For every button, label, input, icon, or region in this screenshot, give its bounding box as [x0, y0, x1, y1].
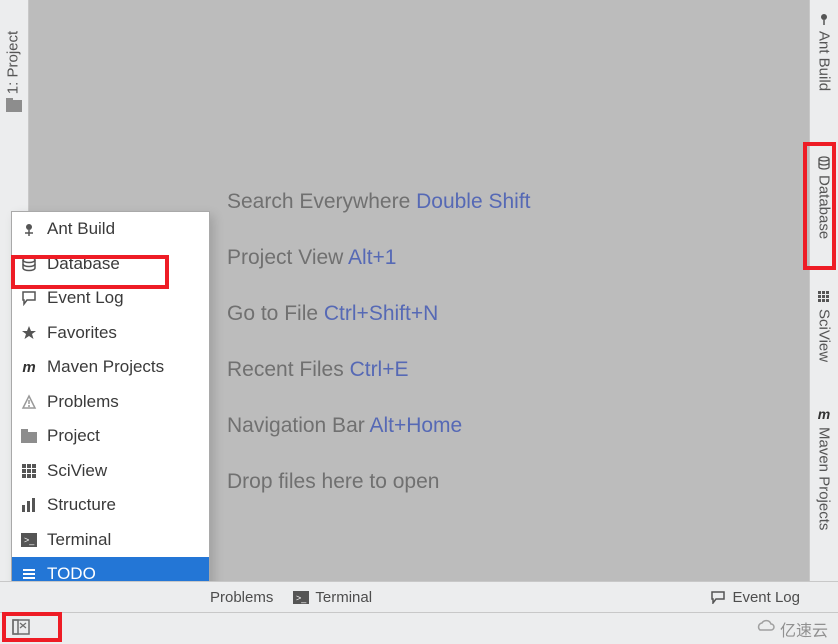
star-icon — [20, 324, 38, 342]
status-strip: 亿速云 — [0, 612, 838, 644]
speech-bubble-icon — [20, 289, 38, 307]
status-label: Event Log — [732, 589, 800, 606]
hint-search-everywhere: Search Everywhere Double Shift — [227, 174, 531, 230]
grid-icon — [817, 290, 831, 304]
warning-icon — [20, 393, 38, 411]
svg-text:>_: >_ — [24, 535, 35, 545]
problems-item[interactable]: Problems — [12, 385, 209, 420]
sidebar-label: Ant Build — [816, 31, 833, 91]
tool-windows-icon — [12, 619, 30, 639]
bottom-tool-bar: Problems >_ Terminal Event Log — [0, 581, 838, 612]
tool-window-popup: Ant Build Database Event Log Favorites m… — [11, 211, 210, 604]
popup-item-label: Maven Projects — [47, 357, 164, 377]
right-tool-gutter: Ant Build Database SciView m Maven Proje… — [809, 0, 838, 582]
hint-project-view: Project View Alt+1 — [227, 230, 531, 286]
structure-item[interactable]: Structure — [12, 488, 209, 523]
popup-item-label: Structure — [47, 495, 116, 515]
status-item-terminal[interactable]: >_ Terminal — [283, 582, 382, 612]
sidebar-label: SciView — [816, 309, 833, 362]
sidebar-label: Maven Projects — [816, 427, 833, 530]
sidebar-item-database[interactable]: Database — [810, 150, 838, 239]
popup-item-label: Ant Build — [47, 219, 115, 239]
popup-item-label: Project — [47, 426, 100, 446]
cloud-icon — [754, 618, 776, 639]
sidebar-item-ant-build[interactable]: Ant Build — [810, 6, 838, 91]
folder-icon — [20, 427, 38, 445]
sidebar-item-project[interactable]: 1: Project — [0, 6, 28, 116]
hint-recent-files: Recent Files Ctrl+E — [227, 342, 531, 398]
popup-item-label: Database — [47, 254, 120, 274]
status-item-problems[interactable]: Problems — [200, 582, 283, 612]
sidebar-item-maven[interactable]: m Maven Projects — [810, 400, 838, 530]
terminal-icon: >_ — [20, 531, 38, 549]
terminal-item[interactable]: >_ Terminal — [12, 523, 209, 558]
maven-icon: m — [20, 358, 38, 376]
watermark: 亿速云 — [754, 617, 828, 641]
database-item[interactable]: Database — [12, 247, 209, 282]
popup-item-label: Event Log — [47, 288, 124, 308]
project-item[interactable]: Project — [12, 419, 209, 454]
popup-item-label: Problems — [47, 392, 119, 412]
hint-drop-files: Drop files here to open — [227, 454, 531, 510]
editor-empty-state: Search Everywhere Double Shift Project V… — [29, 0, 809, 582]
popup-item-label: SciView — [47, 461, 107, 481]
sidebar-label: Database — [816, 175, 833, 239]
sidebar-project-label: 1: Project — [5, 24, 22, 102]
sciview-item[interactable]: SciView — [12, 454, 209, 489]
ant-icon — [20, 220, 38, 238]
maven-projects-item[interactable]: m Maven Projects — [12, 350, 209, 385]
status-label: Problems — [210, 589, 273, 606]
speech-bubble-icon — [710, 590, 726, 604]
status-item-event-log[interactable]: Event Log — [700, 582, 810, 612]
favorites-item[interactable]: Favorites — [12, 316, 209, 351]
popup-item-label: Favorites — [47, 323, 117, 343]
ant-icon — [817, 12, 831, 26]
event-log-item[interactable]: Event Log — [12, 281, 209, 316]
hint-go-to-file: Go to File Ctrl+Shift+N — [227, 286, 531, 342]
terminal-icon: >_ — [293, 591, 309, 604]
hint-navigation-bar: Navigation Bar Alt+Home — [227, 398, 531, 454]
grid-icon — [20, 462, 38, 480]
svg-text:>_: >_ — [296, 593, 307, 603]
database-icon — [20, 255, 38, 273]
database-icon — [817, 156, 831, 170]
ant-build-item[interactable]: Ant Build — [12, 212, 209, 247]
status-label: Terminal — [315, 589, 372, 606]
popup-item-label: Terminal — [47, 530, 111, 550]
empty-hints: Search Everywhere Double Shift Project V… — [227, 174, 531, 510]
watermark-text: 亿速云 — [780, 617, 828, 641]
sidebar-item-sciview[interactable]: SciView — [810, 284, 838, 362]
tool-windows-button[interactable] — [10, 618, 32, 640]
structure-icon — [20, 496, 38, 514]
maven-icon: m — [818, 406, 830, 422]
